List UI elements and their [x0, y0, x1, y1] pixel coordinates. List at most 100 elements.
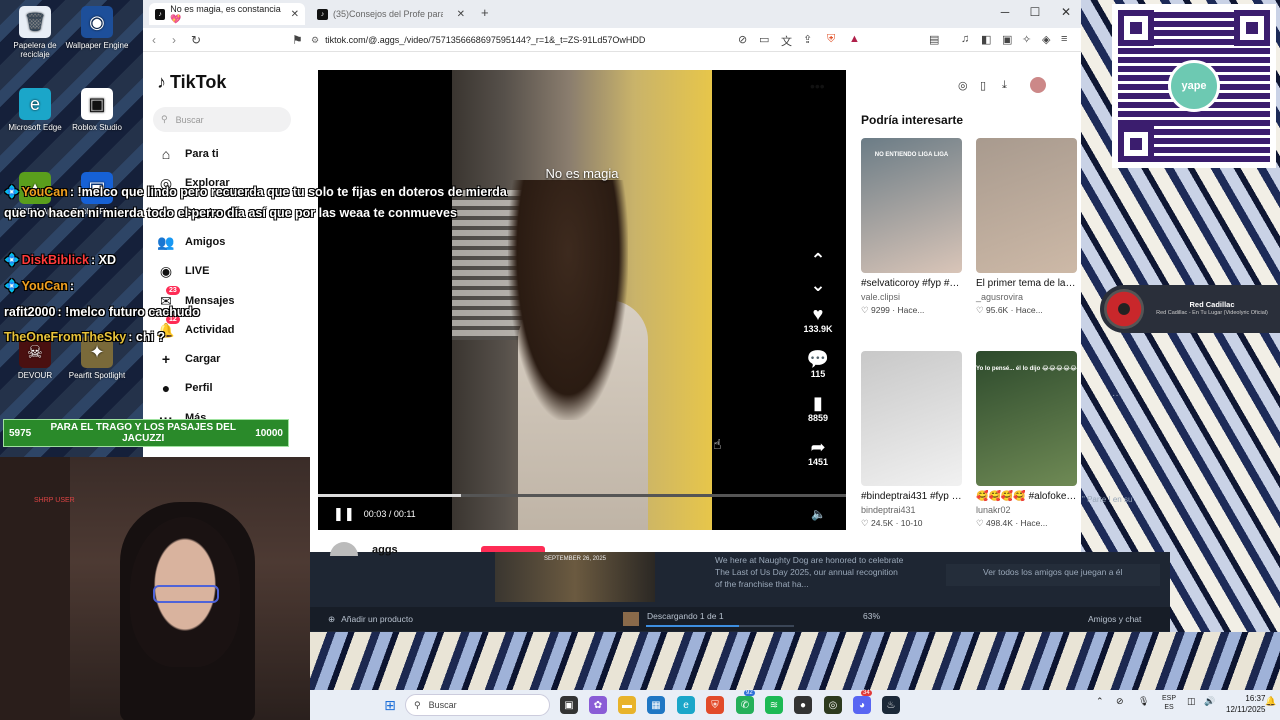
notification-icon[interactable]: 🔔 — [1265, 696, 1276, 707]
xbox-icon[interactable]: ◎ — [824, 696, 842, 714]
windows-start-icon[interactable]: ⊞ — [381, 696, 399, 714]
reload-icon[interactable]: ↻ — [191, 33, 201, 47]
device-icon[interactable]: ▯ — [980, 79, 986, 92]
rec-card[interactable]: NO ENTIENDO LIGA LIGA #selvaticoroy #fyp … — [861, 138, 962, 316]
new-tab-button[interactable]: + — [481, 5, 489, 20]
chat-message: TheOneFromTheSky: chi ? — [4, 327, 524, 348]
rec-author[interactable]: lunakr02 — [976, 505, 1077, 515]
edge-icon[interactable]: e — [677, 696, 695, 714]
share-icon[interactable]: ⇪ — [803, 33, 812, 46]
rec-author[interactable]: _agusrovira — [976, 292, 1077, 302]
copilot-icon[interactable]: ✿ — [589, 696, 607, 714]
minimize-button[interactable]: ─ — [995, 5, 1015, 19]
tab-consejos[interactable]: ♪ (35)Consejos del Profe para Evitar T..… — [311, 3, 471, 25]
nav-item-para-ti[interactable]: ⌂ Para ti — [157, 143, 219, 165]
translate-icon[interactable]: 文 — [781, 33, 792, 49]
compass-icon[interactable]: ◎ — [958, 79, 968, 92]
rec-thumbnail[interactable]: Yo lo pensé... él lo dijo 😂😂😂😂😂 — [976, 351, 1077, 486]
spotify-icon[interactable]: ≋ — [765, 696, 783, 714]
share-button[interactable]: ➦ 1451 — [796, 437, 840, 467]
reader-icon[interactable]: ▤ — [929, 33, 939, 46]
rec-title[interactable]: #bindeptrai431 #fyp ✨vital🖤video_tikt... — [861, 490, 962, 504]
video-player[interactable]: No es magia ••• ⌃ ⌄ ♥ 133.9K 💬 115 ▮ 885… — [318, 70, 846, 530]
brave-rewards-icon[interactable]: ▲ — [849, 33, 860, 45]
wifi-icon[interactable]: ◫ — [1187, 696, 1196, 707]
vpn-icon[interactable]: ◈ — [1042, 33, 1050, 46]
profile-avatar[interactable] — [1030, 77, 1046, 93]
discord-icon[interactable]: ◕ 34 — [853, 690, 872, 714]
store-icon[interactable]: ▦ — [647, 696, 665, 714]
download-status[interactable]: Descargando 1 de 1 — [647, 611, 724, 621]
obs-icon[interactable]: ● — [794, 696, 812, 714]
microphone-icon[interactable]: 🎙 — [1138, 696, 1149, 707]
search-input[interactable]: ⚲ Buscar — [153, 107, 291, 132]
follow-button[interactable] — [481, 546, 545, 552]
rec-card[interactable]: El primer tema de la nicki #wapotrakete.… — [976, 138, 1077, 316]
video-progress-bar[interactable] — [318, 494, 846, 497]
tray-expand-icon[interactable]: ⌃ — [1096, 696, 1104, 707]
close-tab-icon[interactable]: ✕ — [457, 9, 465, 20]
friends-chat-button[interactable]: Amigos y chat — [1088, 614, 1141, 624]
rec-thumbnail[interactable] — [861, 351, 962, 486]
taskbar-search[interactable]: ⚲ Buscar — [405, 694, 550, 716]
cast-icon[interactable]: ▭ — [759, 33, 769, 46]
desktop-icon-wallpaper-engine[interactable]: ◉ Wallpaper Engine — [62, 6, 132, 50]
more-icon[interactable]: ··· — [1112, 390, 1122, 401]
add-product-button[interactable]: Añadir un producto — [341, 614, 413, 624]
no-track-icon[interactable]: ⊘ — [738, 33, 747, 46]
steam-friends-link[interactable]: Ver todos los amigos que juegan a él — [983, 567, 1122, 577]
author-avatar[interactable] — [330, 542, 358, 556]
prev-video-button[interactable]: ⌃ — [796, 250, 840, 270]
desktop-icon-recycle-bin[interactable]: 🗑 Papelera de reciclaje — [0, 6, 70, 59]
desktop-icon-roblox-studio[interactable]: ▣ Roblox Studio — [62, 88, 132, 132]
like-button[interactable]: ♥ 133.9K — [796, 304, 840, 334]
clock[interactable]: 16:37 12/11/2025 — [1226, 693, 1265, 715]
rec-title[interactable]: 🥰🥰🥰🥰 #alofoke #parat iiiiiiiiiiiiiiiiiii… — [976, 490, 1077, 504]
save-button[interactable]: ▮ 8859 — [796, 393, 840, 423]
desktop-icon-edge[interactable]: e Microsoft Edge — [0, 88, 70, 132]
close-window-button[interactable]: ✕ — [1056, 5, 1076, 19]
next-video-button[interactable]: ⌄ — [796, 275, 840, 295]
file-explorer-icon[interactable]: ▬ — [618, 696, 636, 714]
rec-author[interactable]: vale.clipsi — [861, 292, 962, 302]
back-icon[interactable]: ‹ — [152, 33, 156, 47]
rec-thumbnail[interactable] — [976, 138, 1077, 273]
video-more-button[interactable]: ••• — [810, 78, 825, 94]
rec-card[interactable]: #bindeptrai431 #fyp ✨vital🖤video_tikt...… — [861, 351, 962, 529]
media-icon[interactable]: ♫ — [961, 33, 969, 45]
download-icon[interactable]: ⤓ — [1002, 79, 1007, 92]
close-tab-icon[interactable]: ✕ — [291, 9, 299, 20]
steam-icon[interactable]: ♨ — [882, 696, 900, 714]
game-banner-image[interactable]: SEPTEMBER 26, 2025 — [495, 552, 655, 602]
rec-card[interactable]: Yo lo pensé... él lo dijo 😂😂😂😂😂 🥰🥰🥰🥰 #alo… — [976, 351, 1077, 529]
task-view-icon[interactable]: ▣ — [560, 696, 578, 714]
author-name[interactable]: aggs — [372, 544, 398, 556]
forward-icon[interactable]: › — [172, 33, 176, 47]
url-field[interactable]: ⚙ tiktok.com/@.aggs_/video/7571356668697… — [311, 31, 886, 49]
chat-username: rafit2000 — [4, 305, 56, 319]
rec-title[interactable]: #selvaticoroy #fyp #tiktokviral #humo... — [861, 277, 962, 291]
whatsapp-icon[interactable]: ✆ 92 — [736, 690, 755, 714]
brave-icon[interactable]: ⛨ — [706, 696, 724, 714]
network-off-icon[interactable]: ⊘ — [1116, 696, 1124, 707]
volume-icon[interactable]: 🔊 — [1204, 696, 1215, 707]
leo-icon[interactable]: ✧ — [1022, 33, 1031, 46]
pause-icon[interactable]: ❚❚ — [333, 506, 355, 522]
rec-title[interactable]: El primer tema de la nicki #wapotrakete.… — [976, 277, 1077, 291]
sidebar-icon[interactable]: ◧ — [981, 33, 991, 46]
menu-icon[interactable]: ≡ — [1061, 33, 1067, 45]
comment-button[interactable]: 💬 115 — [796, 349, 840, 379]
bookmark-icon[interactable]: ⚑ — [292, 33, 303, 47]
nav-item-perfil[interactable]: ● Perfil — [157, 377, 213, 399]
language-indicator[interactable]: ESP ES — [1162, 694, 1176, 712]
tiktok-logo[interactable]: ♪ TikTok — [157, 72, 226, 93]
rec-thumbnail[interactable]: NO ENTIENDO LIGA LIGA — [861, 138, 962, 273]
maximize-button[interactable]: ☐ — [1025, 5, 1045, 19]
volume-icon[interactable]: 🔈 — [811, 507, 826, 521]
nav-item-cargar[interactable]: + Cargar — [157, 348, 221, 370]
wallet-icon[interactable]: ▣ — [1002, 33, 1012, 46]
tab-tiktok-video[interactable]: ♪ No es magia, es constancia 💖 ✕ — [149, 3, 305, 25]
brave-shield-icon[interactable]: ⛨ — [827, 33, 835, 46]
site-info-icon[interactable]: ⚙ — [311, 35, 319, 46]
rec-author[interactable]: bindeptrai431 — [861, 505, 962, 515]
